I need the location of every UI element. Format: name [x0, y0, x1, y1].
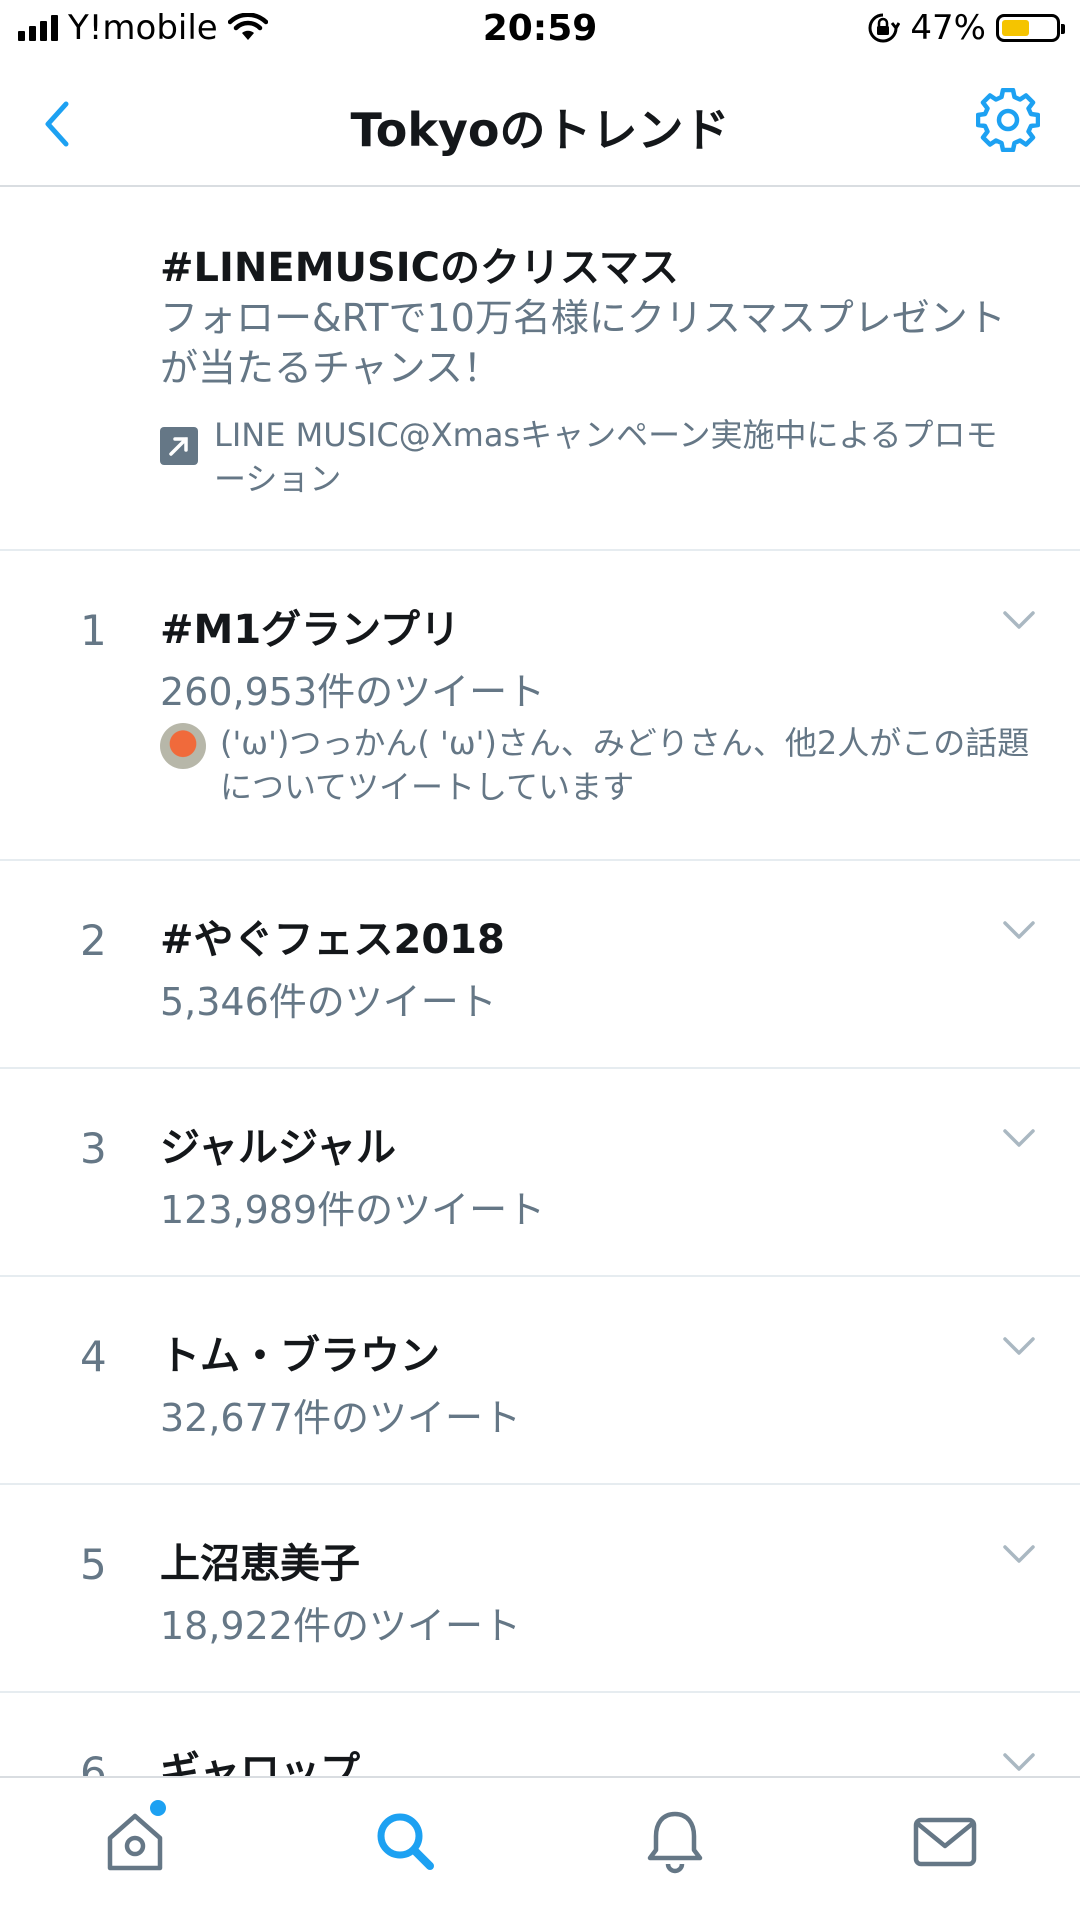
promoted-trend-description: フォロー&RTで10万名様にクリスマスプレゼントが当たるチャンス！ — [160, 296, 1006, 390]
trend-rank: 5 — [80, 1540, 107, 1589]
trend-social-text: ('ω')つっかん( 'ω')さん、みどりさん、他2人がこの話題についてツイート… — [220, 724, 1030, 806]
chevron-down-icon[interactable] — [1002, 919, 1036, 941]
trend-tweet-count: 32,677件のツイート — [160, 1396, 521, 1440]
gear-icon[interactable] — [976, 88, 1040, 152]
status-bar: Y!mobile 20:59 47% — [0, 0, 1080, 58]
tab-home[interactable] — [100, 1800, 170, 1876]
nav-bar: Tokyoのトレンド — [0, 58, 1080, 187]
home-unread-dot — [150, 1800, 166, 1816]
chevron-down-icon[interactable] — [1002, 1543, 1036, 1565]
tab-notifications[interactable] — [640, 1806, 710, 1876]
trend-tweet-count: 123,989件のツイート — [160, 1188, 546, 1232]
trend-rank: 3 — [80, 1124, 107, 1173]
promoted-trend[interactable]: #LINEMUSICのクリスマス フォロー&RTで10万名様にクリスマスプレゼン… — [0, 187, 1080, 551]
promoted-by-line: LINE MUSIC@Xmasキャンペーン実施中によるプロモーション — [160, 413, 1014, 501]
trend-item[interactable]: 2 #やぐフェス2018 5,346件のツイート — [0, 861, 1080, 1069]
trend-rank: 2 — [80, 916, 107, 965]
trend-item[interactable]: 4 トム・ブラウン 32,677件のツイート — [0, 1277, 1080, 1485]
avatar — [160, 723, 206, 769]
trend-name: トム・ブラウン — [160, 1333, 440, 1379]
trend-rank: 4 — [80, 1332, 107, 1381]
trend-item[interactable]: 1 #M1グランプリ 260,953件のツイート ('ω')つっかん( 'ω')… — [0, 551, 1080, 861]
chevron-down-icon[interactable] — [1002, 1751, 1036, 1773]
search-icon — [377, 1813, 434, 1870]
tab-search[interactable] — [370, 1806, 440, 1876]
orientation-lock-icon — [868, 13, 901, 43]
chevron-down-icon[interactable] — [1002, 1335, 1036, 1357]
trend-name: 上沼恵美子 — [160, 1541, 360, 1587]
battery-icon — [996, 14, 1065, 42]
trend-tweet-count: 5,346件のツイート — [160, 980, 497, 1024]
trend-tweet-count: 260,953件のツイート — [160, 670, 546, 714]
messages-icon — [913, 1817, 977, 1867]
trend-item[interactable]: 5 上沼恵美子 18,922件のツイート — [0, 1485, 1080, 1693]
promoted-arrow-icon — [160, 427, 198, 465]
battery-percent: 47% — [910, 8, 986, 48]
status-right: 47% — [866, 8, 1065, 48]
chevron-down-icon[interactable] — [1002, 609, 1036, 631]
page-title: Tokyoのトレンド — [350, 103, 730, 157]
trend-tweet-count: 18,922件のツイート — [160, 1604, 521, 1648]
trend-name: ジャルジャル — [160, 1125, 396, 1171]
home-icon — [107, 1813, 163, 1871]
tab-messages[interactable] — [910, 1806, 980, 1876]
chevron-down-icon[interactable] — [1002, 1127, 1036, 1149]
trend-rank: 1 — [80, 606, 107, 655]
trend-social-context: ('ω')つっかん( 'ω')さん、みどりさん、他2人がこの話題についてツイート… — [160, 721, 1040, 809]
trend-name: #M1グランプリ — [160, 607, 460, 653]
promoted-trend-title: #LINEMUSICのクリスマス — [160, 245, 679, 291]
tab-bar — [0, 1776, 1080, 1920]
promoted-by-text: LINE MUSIC@Xmasキャンペーン実施中によるプロモーション — [214, 416, 998, 498]
trend-item[interactable]: 3 ジャルジャル 123,989件のツイート — [0, 1069, 1080, 1277]
trend-name: #やぐフェス2018 — [160, 917, 505, 963]
notifications-icon — [647, 1811, 703, 1874]
